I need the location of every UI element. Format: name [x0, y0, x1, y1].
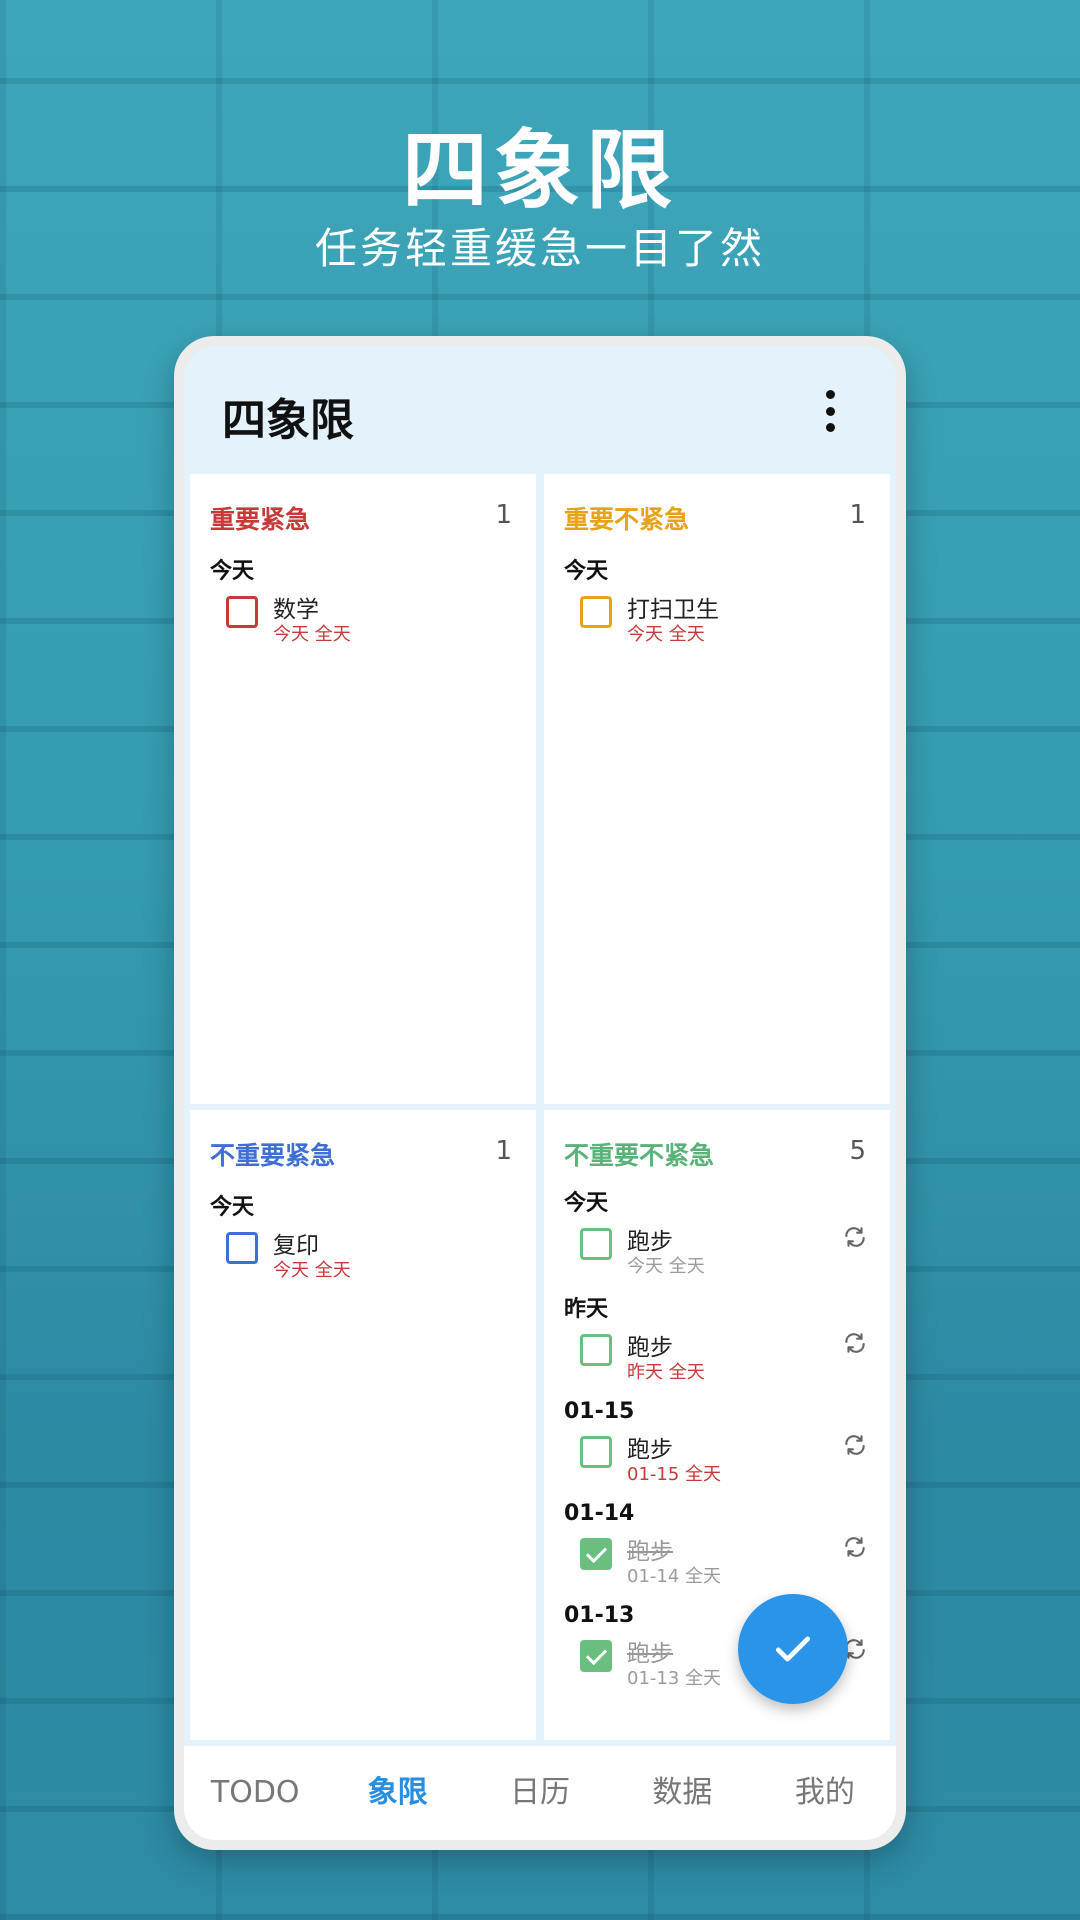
task-checkbox[interactable] [580, 1228, 612, 1260]
task-name: 复印 [273, 1233, 319, 1259]
nav-item-mine[interactable]: 我的 [754, 1746, 896, 1840]
promo-title: 四象限 [402, 121, 678, 221]
quadrant-title: 重要不紧急 [564, 505, 690, 534]
nav-item-stats[interactable]: 数据 [611, 1746, 753, 1840]
task-name: 跑步 [627, 1539, 673, 1565]
repeat-icon [845, 1333, 865, 1353]
task-checkbox-checked[interactable] [580, 1640, 612, 1672]
app-screen: 四象限 重要紧急 1 今天 数学 今天 全天 重要不紧急 1 今天 打扫卫生 今… [184, 346, 896, 1840]
quadrant-count: 1 [495, 1136, 512, 1166]
task-due: 今天 全天 [627, 624, 705, 645]
task-item[interactable]: 复印 今天 全天 [210, 1226, 516, 1292]
group-label: 今天 [210, 559, 255, 584]
task-checkbox[interactable] [580, 1334, 612, 1366]
quadrant-header: 不重要紧急 1 [210, 1136, 516, 1176]
task-name: 跑步 [627, 1641, 673, 1667]
quadrant-title: 重要紧急 [210, 505, 311, 534]
quadrant-count: 1 [849, 500, 866, 530]
task-due: 今天 全天 [273, 1260, 351, 1281]
task-due: 01-13 全天 [627, 1668, 722, 1689]
nav-item-todo[interactable]: TODO [184, 1746, 326, 1840]
group-label: 昨天 [564, 1297, 609, 1322]
task-item[interactable]: 跑步 今天 全天 [564, 1222, 870, 1292]
group-label: 今天 [564, 559, 609, 584]
quadrant-grid: 重要紧急 1 今天 数学 今天 全天 重要不紧急 1 今天 打扫卫生 今天 全天… [190, 474, 890, 1740]
nav-item-quadrant[interactable]: 象限 [326, 1746, 468, 1840]
task-item[interactable]: 跑步 01-14 全天 [564, 1532, 870, 1598]
quadrant-important-urgent[interactable]: 重要紧急 1 今天 数学 今天 全天 [190, 474, 536, 1104]
quadrant-count: 1 [495, 500, 512, 530]
quadrant-title: 不重要不紧急 [564, 1141, 715, 1170]
more-vert-icon[interactable] [820, 390, 840, 432]
group-label: 今天 [564, 1191, 609, 1216]
task-due: 01-14 全天 [627, 1566, 722, 1587]
task-name: 跑步 [627, 1437, 673, 1463]
task-due: 今天 全天 [627, 1256, 705, 1277]
nav-item-calendar[interactable]: 日历 [469, 1746, 611, 1840]
repeat-icon [845, 1537, 865, 1557]
quadrant-count: 5 [849, 1136, 866, 1166]
task-checkbox[interactable] [580, 1436, 612, 1468]
repeat-icon [845, 1227, 865, 1247]
app-bar: 四象限 [184, 346, 896, 474]
group-label: 今天 [210, 1195, 255, 1220]
quadrant-header: 不重要不紧急 5 [564, 1136, 870, 1176]
quadrant-header: 重要不紧急 1 [564, 500, 870, 540]
repeat-icon [845, 1435, 865, 1455]
check-icon [775, 1636, 811, 1662]
task-checkbox[interactable] [580, 596, 612, 628]
promo-subtitle: 任务轻重缓急一目了然 [314, 224, 765, 273]
add-task-fab[interactable] [738, 1594, 848, 1704]
task-checkbox[interactable] [226, 1232, 258, 1264]
task-due: 昨天 全天 [627, 1362, 705, 1383]
quadrant-title: 不重要紧急 [210, 1141, 336, 1170]
task-item[interactable]: 数学 今天 全天 [210, 590, 516, 656]
quadrant-header: 重要紧急 1 [210, 500, 516, 540]
phone-frame: 四象限 重要紧急 1 今天 数学 今天 全天 重要不紧急 1 今天 打扫卫生 今… [174, 336, 906, 1850]
group-label: 01-14 [564, 1501, 635, 1526]
task-item[interactable]: 跑步 01-15 全天 [564, 1430, 870, 1496]
bottom-nav: TODO 象限 日历 数据 我的 [184, 1746, 896, 1840]
task-due: 今天 全天 [273, 624, 351, 645]
task-name: 跑步 [627, 1335, 673, 1361]
quadrant-not-important-urgent[interactable]: 不重要紧急 1 今天 复印 今天 全天 [190, 1110, 536, 1740]
task-checkbox-checked[interactable] [580, 1538, 612, 1570]
group-label: 01-15 [564, 1399, 635, 1424]
task-name: 数学 [273, 597, 319, 623]
task-name: 跑步 [627, 1229, 673, 1255]
task-item[interactable]: 打扫卫生 今天 全天 [564, 590, 870, 656]
quadrant-important-not-urgent[interactable]: 重要不紧急 1 今天 打扫卫生 今天 全天 [544, 474, 890, 1104]
page-title: 四象限 [222, 395, 354, 446]
task-item[interactable]: 跑步 昨天 全天 [564, 1328, 870, 1394]
task-due: 01-15 全天 [627, 1464, 722, 1485]
task-name: 打扫卫生 [627, 597, 719, 623]
task-checkbox[interactable] [226, 596, 258, 628]
